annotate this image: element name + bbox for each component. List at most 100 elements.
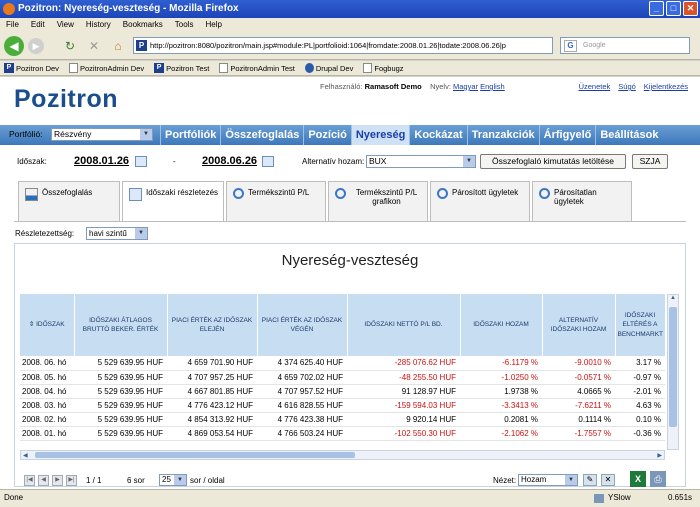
- table-cell: 91 128.97 HUF: [347, 384, 460, 399]
- prev-page-button[interactable]: ◀: [38, 475, 49, 486]
- column-header[interactable]: PIACI ÉRTÉK AZ IDŐSZAK VÉGÉN: [257, 294, 348, 356]
- column-header[interactable]: IDŐSZAKI ÁTLAGOS BRUTTÓ BEKER. ÉRTÉK: [74, 294, 168, 356]
- calendar-icon[interactable]: [262, 156, 274, 167]
- first-page-button[interactable]: |◀: [24, 475, 35, 486]
- menu-view[interactable]: View: [57, 18, 74, 32]
- url-bar[interactable]: P http://pozitron:8080/pozitron/main.jsp…: [133, 37, 553, 54]
- scroll-up-icon[interactable]: ▲: [670, 295, 676, 301]
- close-button[interactable]: ✕: [683, 1, 698, 16]
- back-button[interactable]: ◀: [4, 36, 24, 56]
- reload-icon[interactable]: ↻: [60, 36, 80, 56]
- scroll-thumb[interactable]: [35, 452, 355, 458]
- detail-level-select[interactable]: havi szintű ▼: [86, 227, 148, 240]
- portfolio-select[interactable]: Részvény ▼: [51, 128, 153, 141]
- nav-kockazat[interactable]: Kockázat: [409, 125, 466, 145]
- user-name: Ramasoft Demo: [364, 82, 422, 91]
- nav-pozicio[interactable]: Pozíció: [303, 125, 351, 145]
- yslow-label[interactable]: YSlow: [608, 490, 631, 506]
- maximize-button[interactable]: □: [666, 1, 681, 16]
- scroll-right-icon[interactable]: ▶: [657, 452, 662, 459]
- table-row[interactable]: 2008. 04. hó 5 529 639.95 HUF 4 667 801.85…: [20, 384, 665, 399]
- horizontal-scrollbar[interactable]: ◀ ▶: [20, 450, 665, 460]
- tab-idoszaki-reszletezes[interactable]: Időszaki részletezés: [122, 181, 224, 221]
- from-date[interactable]: 2008.01.26: [74, 155, 129, 167]
- table-cell: 1.9738 %: [460, 384, 542, 399]
- menu-tools[interactable]: Tools: [175, 18, 194, 32]
- szja-button[interactable]: SZJA: [632, 154, 668, 169]
- next-page-button[interactable]: ▶: [52, 475, 63, 486]
- search-input[interactable]: G Google: [560, 37, 690, 54]
- table-cell: 4.0665 %: [542, 384, 615, 399]
- print-icon[interactable]: ⎙: [650, 471, 666, 487]
- minimize-button[interactable]: _: [649, 1, 664, 16]
- bookmark-item[interactable]: Drupal Dev: [304, 61, 353, 75]
- menu-help[interactable]: Help: [205, 18, 221, 32]
- table-cell: 2008. 04. hó: [20, 384, 74, 399]
- home-icon[interactable]: ⌂: [108, 36, 128, 56]
- view-select[interactable]: Hozam ▼: [518, 474, 578, 486]
- help-link[interactable]: Súgó: [618, 82, 636, 91]
- column-header[interactable]: IDŐSZAKI HOZAM: [460, 294, 543, 356]
- bookmark-item[interactable]: PozitronAdmin Test: [219, 61, 295, 75]
- table-cell: 5 529 639.95 HUF: [74, 384, 167, 399]
- table-cell: 0.2081 %: [460, 412, 542, 427]
- calendar-icon[interactable]: [135, 156, 147, 167]
- table-row[interactable]: 2008. 03. hó 5 529 639.95 HUF 4 776 423.12…: [20, 398, 665, 413]
- column-header[interactable]: IDŐSZAKI NETTÓ P/L BD.: [347, 294, 461, 356]
- last-page-button[interactable]: ▶|: [66, 475, 77, 486]
- bookmark-item[interactable]: P Pozitron Dev: [4, 61, 59, 75]
- menu-edit[interactable]: Edit: [31, 18, 45, 32]
- tab-termekszintu-pl[interactable]: Termékszintű P/L: [226, 181, 326, 221]
- nav-portfoliok[interactable]: Portfóliók: [160, 125, 220, 145]
- lang-magyar-link[interactable]: Magyar: [453, 82, 478, 91]
- menu-bookmarks[interactable]: Bookmarks: [123, 18, 163, 32]
- bookmark-item[interactable]: P Pozitron Test: [154, 61, 209, 75]
- row-count: 6 sor: [127, 476, 145, 485]
- nav-arfigyelo[interactable]: Árfigyelő: [538, 125, 596, 145]
- edit-view-icon[interactable]: ✎: [583, 474, 597, 486]
- table-cell: 2008. 01. hó: [20, 426, 74, 441]
- menu-file[interactable]: File: [6, 18, 19, 32]
- column-header[interactable]: IDŐSZAKI ELTÉRÉS A BENCHMARKT: [615, 294, 665, 356]
- lang-english-link[interactable]: English: [480, 82, 505, 91]
- bookmark-item[interactable]: Fogbugz: [363, 61, 404, 75]
- table-row[interactable]: 2008. 05. hó 5 529 639.95 HUF 4 707 957.25…: [20, 370, 665, 385]
- table-cell: -102 550.30 HUF: [347, 426, 460, 441]
- column-header-period[interactable]: ⇕ IDŐSZAK: [20, 294, 75, 356]
- delete-view-icon[interactable]: ✕: [601, 474, 615, 486]
- alt-return-select[interactable]: BUX ▼: [366, 155, 476, 168]
- page-icon: [219, 63, 229, 73]
- tab-parositott-ugyletek[interactable]: Párosított ügyletek: [430, 181, 530, 221]
- page-size-select[interactable]: 25 ▼: [159, 474, 187, 486]
- column-header[interactable]: ALTERNATÍV IDŐSZAKI HOZAM: [542, 294, 616, 356]
- logout-link[interactable]: Kijelentkezés: [644, 82, 688, 91]
- tab-termekszintu-pl-grafikon[interactable]: Termékszintű P/L grafikon: [328, 181, 428, 221]
- tab-osszefoglalas[interactable]: Összefoglalás: [18, 181, 120, 221]
- scroll-thumb[interactable]: [669, 307, 677, 427]
- excel-export-icon[interactable]: X: [630, 471, 646, 487]
- table-row[interactable]: 2008. 02. hó 5 529 639.95 HUF 4 854 313.92…: [20, 412, 665, 427]
- bookmark-item[interactable]: PozitronAdmin Dev: [68, 61, 144, 75]
- pozitron-logo: Pozitron: [14, 85, 118, 113]
- nav-beallitasok[interactable]: Beállítások: [595, 125, 662, 145]
- nav-nyereseg[interactable]: Nyereség: [350, 125, 410, 145]
- table-cell: 4 766 503.24 HUF: [257, 426, 347, 441]
- search-placeholder: Google: [583, 42, 606, 49]
- portfolio-label: Portfólió:: [9, 129, 43, 139]
- stop-icon[interactable]: ✕: [84, 36, 104, 56]
- forward-button[interactable]: ▶: [28, 38, 44, 54]
- tab-parositatlan-ugyletek[interactable]: Párosítatlan ügyletek: [532, 181, 632, 221]
- to-date[interactable]: 2008.06.26: [202, 155, 257, 167]
- scroll-left-icon[interactable]: ◀: [23, 452, 28, 459]
- nav-osszefoglalas[interactable]: Összefoglalás: [220, 125, 303, 145]
- table-row[interactable]: 2008. 06. hó 5 529 639.95 HUF 4 659 701.90…: [20, 356, 665, 371]
- table-row[interactable]: 2008. 01. hó 5 529 639.95 HUF 4 869 053.54…: [20, 426, 665, 441]
- download-summary-button[interactable]: Összefoglaló kimutatás letöltése: [480, 154, 626, 169]
- vertical-scrollbar[interactable]: ▲: [667, 294, 679, 450]
- menu-history[interactable]: History: [86, 18, 111, 32]
- messages-link[interactable]: Üzenetek: [579, 82, 611, 91]
- nav-tranzakciok[interactable]: Tranzakciók: [466, 125, 539, 145]
- table-cell: 5 529 639.95 HUF: [74, 356, 167, 371]
- addon-icon[interactable]: [594, 494, 604, 503]
- column-header[interactable]: PIACI ÉRTÉK AZ IDŐSZAK ELEJÉN: [167, 294, 258, 356]
